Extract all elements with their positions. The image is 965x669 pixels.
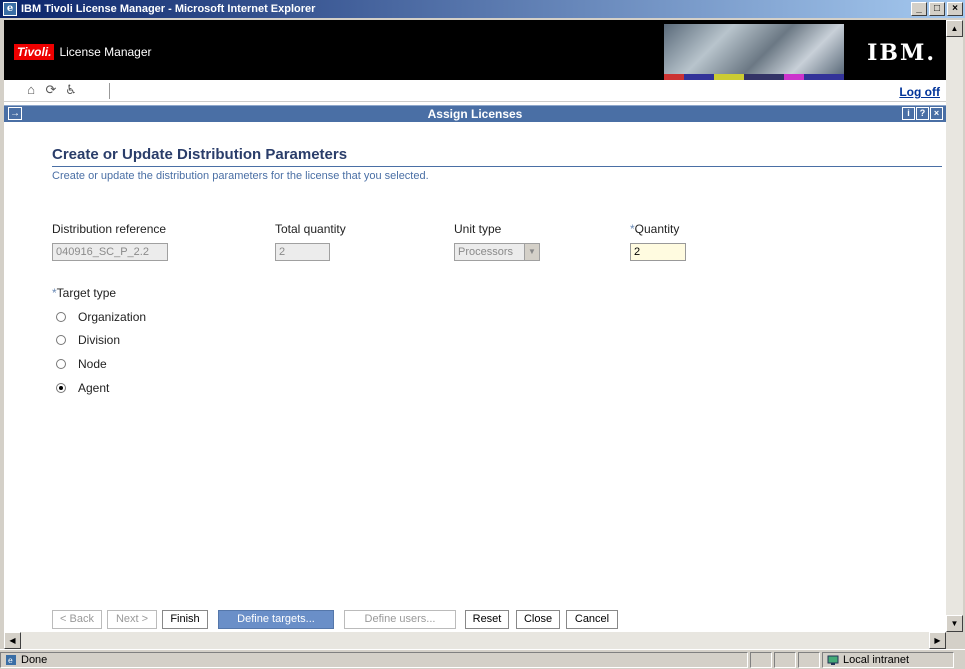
total-quantity-label: Total quantity: [275, 222, 346, 236]
tivoli-logo: Tivoli.: [14, 44, 55, 60]
distribution-reference-label: Distribution reference: [52, 222, 167, 236]
total-quantity-field: 2: [275, 243, 330, 261]
status-cell: [750, 651, 772, 668]
reset-button[interactable]: Reset: [465, 610, 509, 629]
ibm-logo: IBM.: [867, 40, 936, 66]
radio-agent[interactable]: Agent: [56, 381, 109, 395]
page-title: Create or Update Distribution Parameters: [52, 146, 348, 163]
banner-image: [664, 24, 844, 80]
close-button[interactable]: Close: [516, 610, 560, 629]
window-titlebar: e IBM Tivoli License Manager - Microsoft…: [0, 0, 965, 18]
close-icon[interactable]: ×: [930, 107, 943, 120]
next-button[interactable]: Next >: [107, 610, 157, 629]
finish-button[interactable]: Finish: [162, 610, 208, 629]
radio-button[interactable]: [56, 335, 66, 345]
radio-button[interactable]: [56, 359, 66, 369]
portlet-titlebar: → Assign Licenses i ? ×: [4, 105, 946, 122]
status-bar: e Done Local intranet: [0, 649, 965, 669]
page-description: Create or update the distribution parame…: [52, 170, 429, 182]
scroll-right-icon[interactable]: ▶: [929, 632, 946, 649]
accessibility-icon[interactable]: ♿: [64, 83, 78, 97]
help-icon[interactable]: ?: [916, 107, 929, 120]
window-title: IBM Tivoli License Manager - Microsoft I…: [21, 3, 316, 15]
heading-divider: [52, 166, 942, 167]
zone-text: Local intranet: [843, 653, 910, 666]
radio-button-checked[interactable]: [56, 383, 66, 393]
unit-type-label: Unit type: [454, 222, 502, 236]
distribution-reference-field: 040916_SC_P_2.2: [52, 243, 168, 261]
logoff-link[interactable]: Log off: [899, 85, 940, 99]
radio-button[interactable]: [56, 312, 66, 322]
back-button[interactable]: < Back: [52, 610, 102, 629]
status-cell: [798, 651, 820, 668]
scroll-up-icon[interactable]: ▲: [946, 20, 963, 37]
maximize-button[interactable]: □: [929, 2, 945, 16]
define-targets-button[interactable]: Define targets...: [218, 610, 334, 629]
status-text: Done: [21, 653, 48, 666]
close-window-button[interactable]: ×: [947, 2, 963, 16]
horizontal-scrollbar[interactable]: ◀ ▶: [4, 632, 946, 649]
svg-text:e: e: [8, 656, 13, 665]
product-name: License Manager: [59, 45, 152, 59]
quantity-label: *Quantity: [630, 222, 680, 236]
toolbar-separator: [109, 83, 110, 99]
toolbar: ⌂ ⟳ ♿ Log off: [4, 80, 946, 102]
info-icon[interactable]: i: [902, 107, 915, 120]
minimize-button[interactable]: _: [911, 2, 927, 16]
browser-content: Tivoli. License Manager IBM. ⌂ ⟳ ♿ Log o…: [4, 20, 946, 632]
page-icon: e: [6, 654, 16, 665]
status-cell: [774, 651, 796, 668]
radio-node[interactable]: Node: [56, 357, 107, 371]
quantity-input[interactable]: 2: [630, 243, 686, 261]
refresh-icon[interactable]: ⟳: [44, 83, 58, 97]
target-type-label: *Target type: [52, 286, 117, 300]
vertical-scrollbar[interactable]: ▲ ▼: [946, 20, 963, 632]
scrollbar-corner: [946, 632, 963, 649]
radio-organization[interactable]: Organization: [56, 310, 146, 324]
scroll-left-icon[interactable]: ◀: [4, 632, 21, 649]
cancel-button[interactable]: Cancel: [566, 610, 618, 629]
radio-division[interactable]: Division: [56, 333, 120, 347]
portlet-title: Assign Licenses: [427, 107, 523, 121]
chevron-down-icon: ▼: [524, 244, 539, 260]
banner: Tivoli. License Manager IBM.: [4, 20, 946, 80]
intranet-icon: [827, 655, 839, 665]
unit-type-select: Processors ▼: [454, 243, 540, 261]
scroll-down-icon[interactable]: ▼: [946, 615, 963, 632]
home-icon[interactable]: ⌂: [24, 83, 38, 97]
ie-icon: e: [3, 2, 17, 16]
define-users-button[interactable]: Define users...: [344, 610, 456, 629]
